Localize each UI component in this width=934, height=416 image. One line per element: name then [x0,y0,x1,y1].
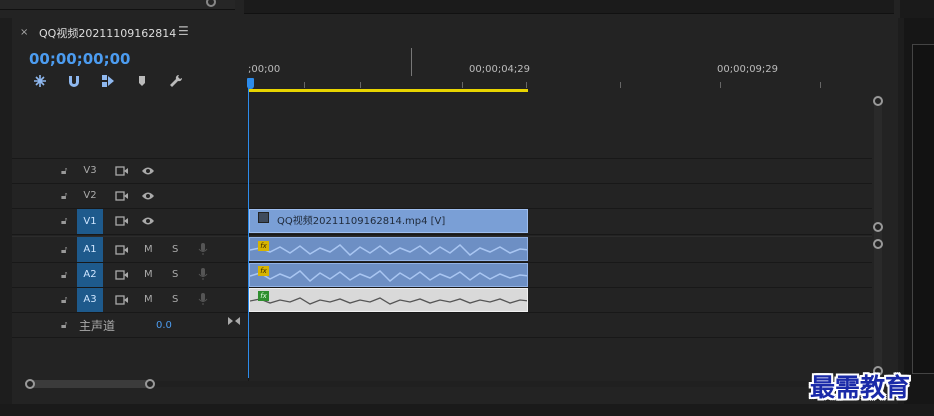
fx-badge-icon: fx [258,241,269,251]
ruler-tick [462,82,463,88]
ruler-major-mark [411,48,412,76]
track-divider [12,312,872,313]
track-name-v3[interactable]: V3 [77,160,103,182]
scroll-knob[interactable] [873,222,883,232]
track-name-a1[interactable]: A1 [77,237,103,262]
microphone-icon[interactable] [198,292,208,309]
ruler-label-5s: 00;00;04;29 [469,64,531,75]
track-name-a2[interactable]: A2 [77,263,103,287]
ruler-label-start: ;00;00 [248,64,281,75]
microphone-icon[interactable] [198,267,208,284]
program-panel-edge [244,0,894,14]
master-volume-value[interactable]: 0.0 [156,320,172,331]
toggle-sync-icon[interactable] [115,269,129,284]
video-clip-title: QQ视频20211109162814.mp4 [V] [277,216,446,227]
bottom-bar [0,404,934,416]
track-name-v2[interactable]: V2 [77,185,103,207]
marker-icon[interactable] [134,73,150,89]
scroll-knob-top[interactable] [873,96,883,106]
eye-icon[interactable] [141,165,155,180]
toggle-sync-icon[interactable] [115,244,129,259]
solo-button[interactable]: S [172,269,178,280]
toggle-sync-icon[interactable] [115,165,129,180]
lock-icon[interactable]: 🔓︎ [61,295,67,306]
fx-badge-icon: fx [258,266,269,276]
lock-icon[interactable]: 🔓︎ [61,166,67,177]
fx-badge-icon: fx [258,291,269,301]
magnet-icon[interactable] [66,73,82,89]
lock-icon[interactable]: 🔓︎ [61,245,67,256]
track-divider [12,158,872,159]
horizontal-scrollbar-thumb[interactable] [30,380,152,388]
track-name-v1[interactable]: V1 [77,209,103,234]
zoom-handle-left[interactable] [25,379,35,389]
lock-icon[interactable]: 🔓︎ [61,216,67,227]
scroll-knob[interactable] [873,239,883,249]
ruler-tick [620,82,621,88]
lock-icon[interactable]: 🔓︎ [61,320,67,331]
watermark-text: 最需教育 [810,373,911,402]
solo-button[interactable]: S [172,244,178,255]
audio-clip-a1[interactable] [249,237,528,261]
master-track-label: 主声道 [79,319,116,333]
work-area-bar[interactable] [249,89,528,92]
track-divider [12,183,872,184]
lock-icon[interactable]: 🔓︎ [61,191,67,202]
ruler-tick [526,82,527,88]
waveform [250,297,527,305]
tab-close-button[interactable]: × [20,27,28,38]
microphone-icon[interactable] [198,242,208,259]
mute-button[interactable]: M [144,244,153,255]
panel-menu-icon[interactable]: ☰ [178,24,189,38]
clip-fx-badge-icon [258,212,269,223]
mute-button[interactable]: M [144,294,153,305]
solo-button[interactable]: S [172,294,178,305]
sequence-tab-title[interactable]: QQ视频20211109162814 [39,25,176,41]
ruler-tick [720,82,721,88]
lock-icon[interactable]: 🔓︎ [61,270,67,281]
wrench-icon[interactable] [168,73,184,89]
linked-selection-icon[interactable] [100,73,116,89]
ruler-tick [304,82,305,88]
top-left-scroll-area [0,0,235,10]
audio-meter [912,44,934,374]
track-divider [12,337,872,338]
ruler-tick [360,82,361,88]
playhead-timecode[interactable]: 00;00;00;00 [29,50,131,68]
playhead-line[interactable] [248,86,249,378]
snap-icon[interactable] [32,73,48,89]
ruler-label-10s: 00;00;09;29 [717,64,779,75]
playhead-handle[interactable] [247,78,254,89]
toggle-sync-icon[interactable] [115,215,129,230]
zoom-handle-right[interactable] [145,379,155,389]
track-divider [12,234,872,235]
ruler-tick [820,82,821,88]
top-right-panel-edge [900,0,934,18]
go-to-edit-point-icon[interactable] [227,316,241,329]
toggle-sync-icon[interactable] [115,190,129,205]
horizontal-scrollbar-track[interactable] [152,381,872,387]
eye-icon[interactable] [141,190,155,205]
waveform [250,270,527,283]
mute-button[interactable]: M [144,269,153,280]
toggle-sync-icon[interactable] [115,294,129,309]
waveform [250,243,527,257]
audio-clip-a2[interactable] [249,263,528,287]
eye-icon[interactable] [141,215,155,230]
audio-clip-a3-selected[interactable] [249,288,528,312]
track-name-a3[interactable]: A3 [77,288,103,312]
vertical-scrollbar-video[interactable] [874,95,882,381]
